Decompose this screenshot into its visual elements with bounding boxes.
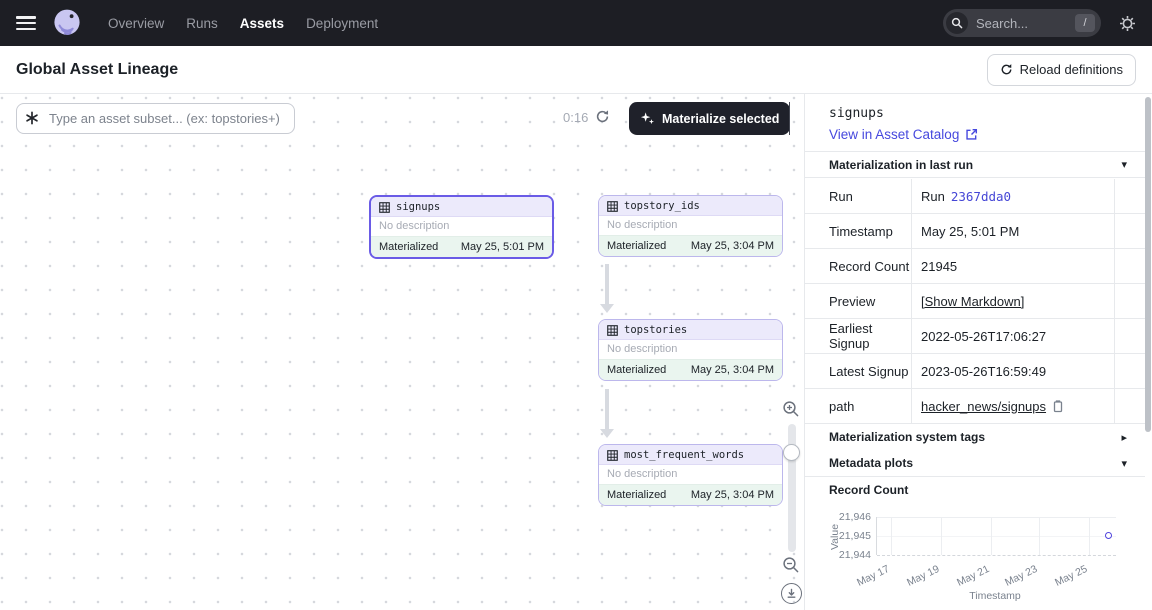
asset-description: No description bbox=[371, 217, 552, 236]
section-metadata-plots[interactable]: Metadata plots ▾ bbox=[805, 450, 1145, 477]
asset-node-topstories[interactable]: topstories No description Materialized M… bbox=[598, 319, 783, 381]
asset-materialized-date: May 25, 3:04 PM bbox=[691, 489, 774, 501]
path-link[interactable]: hacker_news/signups bbox=[921, 399, 1046, 414]
table-row-preview: Preview [Show Markdown] bbox=[805, 284, 1145, 319]
dagster-logo[interactable] bbox=[52, 8, 82, 38]
table-icon bbox=[607, 325, 618, 336]
materialization-details-table: Run Run2367dda0 Timestamp May 25, 5:01 P… bbox=[805, 179, 1145, 424]
page-title: Global Asset Lineage bbox=[16, 61, 178, 79]
nav-item-runs[interactable]: Runs bbox=[186, 16, 218, 31]
selected-asset-name: signups bbox=[829, 106, 884, 121]
asset-status: Materialized bbox=[379, 241, 438, 253]
edge-arrowhead bbox=[600, 429, 614, 438]
auto-refresh-timer: 0:16 bbox=[563, 110, 588, 125]
chart-plot-area bbox=[876, 517, 1115, 555]
table-icon bbox=[379, 202, 390, 213]
chart-title: Record Count bbox=[829, 483, 908, 497]
search-shortcut-badge: / bbox=[1075, 14, 1095, 32]
panel-scrollbar[interactable] bbox=[1145, 97, 1151, 432]
nav-links: Overview Runs Assets Deployment bbox=[108, 16, 378, 31]
reload-definitions-button[interactable]: Reload definitions bbox=[987, 54, 1136, 86]
asset-description: No description bbox=[599, 465, 782, 484]
record-count-chart: Value 21,946 21,945 21,944 May 17 May 19… bbox=[805, 506, 1145, 610]
table-row-timestamp: Timestamp May 25, 5:01 PM bbox=[805, 214, 1145, 249]
table-row-latest-signup: Latest Signup 2023-05-26T16:59:49 bbox=[805, 354, 1145, 389]
search-input[interactable] bbox=[974, 15, 1062, 32]
section-materialization-in-last-run[interactable]: Materialization in last run ▾ bbox=[805, 151, 1145, 178]
asset-status: Materialized bbox=[607, 489, 666, 501]
nav-item-assets[interactable]: Assets bbox=[240, 16, 284, 31]
table-row-run: Run Run2367dda0 bbox=[805, 179, 1145, 214]
view-in-asset-catalog-link[interactable]: View in Asset Catalog bbox=[829, 127, 978, 142]
copy-icon[interactable] bbox=[1052, 400, 1064, 413]
run-id-link[interactable]: 2367dda0 bbox=[951, 189, 1011, 204]
sparkle-icon bbox=[640, 111, 655, 126]
external-link-icon bbox=[965, 128, 978, 141]
asset-name: most_frequent_words bbox=[624, 449, 744, 461]
download-graph-button[interactable] bbox=[781, 583, 802, 604]
asset-materialized-date: May 25, 3:04 PM bbox=[691, 364, 774, 376]
caret-right-icon: ▸ bbox=[1121, 431, 1127, 444]
x-tick: May 17 bbox=[845, 563, 892, 594]
show-markdown-link[interactable]: [Show Markdown] bbox=[921, 294, 1024, 309]
y-tick: 21,945 bbox=[805, 530, 871, 542]
edge-topstories-most_frequent_words bbox=[605, 389, 609, 429]
refresh-icon bbox=[1000, 63, 1013, 76]
zoom-out-icon[interactable] bbox=[782, 556, 800, 574]
refresh-graph-icon[interactable] bbox=[595, 109, 610, 124]
search-icon bbox=[946, 12, 968, 34]
asset-name: topstories bbox=[624, 324, 687, 336]
zoom-in-icon[interactable] bbox=[782, 400, 800, 418]
section-materialization-system-tags[interactable]: Materialization system tags ▸ bbox=[805, 424, 1145, 451]
chart-data-point[interactable] bbox=[1105, 532, 1112, 539]
top-nav: Overview Runs Assets Deployment / bbox=[0, 0, 1152, 46]
table-row-record-count: Record Count 21945 bbox=[805, 249, 1145, 284]
caret-down-icon: ▾ bbox=[1121, 158, 1127, 171]
nav-item-deployment[interactable]: Deployment bbox=[306, 16, 378, 31]
materialize-selected-button[interactable]: Materialize selected ▾ bbox=[629, 102, 790, 135]
page-header: Global Asset Lineage Reload definitions bbox=[0, 46, 1152, 94]
table-row-path: path hacker_news/signups bbox=[805, 389, 1145, 424]
asset-description: No description bbox=[599, 340, 782, 359]
asset-subset-input[interactable] bbox=[16, 103, 295, 134]
y-tick: 21,946 bbox=[805, 511, 871, 523]
asset-name: topstory_ids bbox=[624, 200, 700, 212]
caret-down-icon: ▾ bbox=[1121, 457, 1127, 470]
search-box[interactable]: / bbox=[943, 9, 1101, 37]
table-icon bbox=[607, 450, 618, 461]
nav-item-overview[interactable]: Overview bbox=[108, 16, 164, 31]
zoom-slider-thumb[interactable] bbox=[783, 444, 800, 461]
asset-node-signups[interactable]: signups No description Materialized May … bbox=[369, 195, 554, 259]
table-icon bbox=[607, 201, 618, 212]
asset-status: Materialized bbox=[607, 240, 666, 252]
asset-materialized-date: May 25, 3:04 PM bbox=[691, 240, 774, 252]
asset-detail-panel: signups View in Asset Catalog Materializ… bbox=[805, 94, 1152, 610]
chart-x-axis-label: Timestamp bbox=[915, 590, 1075, 602]
asset-node-topstory_ids[interactable]: topstory_ids No description Materialized… bbox=[598, 195, 783, 257]
dagster-octopus-icon bbox=[52, 8, 82, 38]
settings-gear-icon[interactable] bbox=[1119, 15, 1136, 32]
y-tick: 21,944 bbox=[805, 549, 871, 561]
nav-right: / bbox=[943, 9, 1136, 37]
materialize-options-caret[interactable]: ▾ bbox=[789, 102, 795, 135]
asset-status: Materialized bbox=[607, 364, 666, 376]
menu-icon[interactable] bbox=[16, 16, 36, 30]
asset-lineage-graph[interactable]: 0:16 Materialize selected ▾ signups bbox=[0, 94, 805, 610]
table-row-earliest-signup: Earliest Signup 2022-05-26T17:06:27 bbox=[805, 319, 1145, 354]
edge-arrowhead bbox=[600, 304, 614, 313]
asset-description: No description bbox=[599, 216, 782, 235]
asset-node-most_frequent_words[interactable]: most_frequent_words No description Mater… bbox=[598, 444, 783, 506]
asset-materialized-date: May 25, 5:01 PM bbox=[461, 241, 544, 253]
edge-topstory_ids-topstories bbox=[605, 264, 609, 304]
asset-name: signups bbox=[396, 201, 440, 213]
